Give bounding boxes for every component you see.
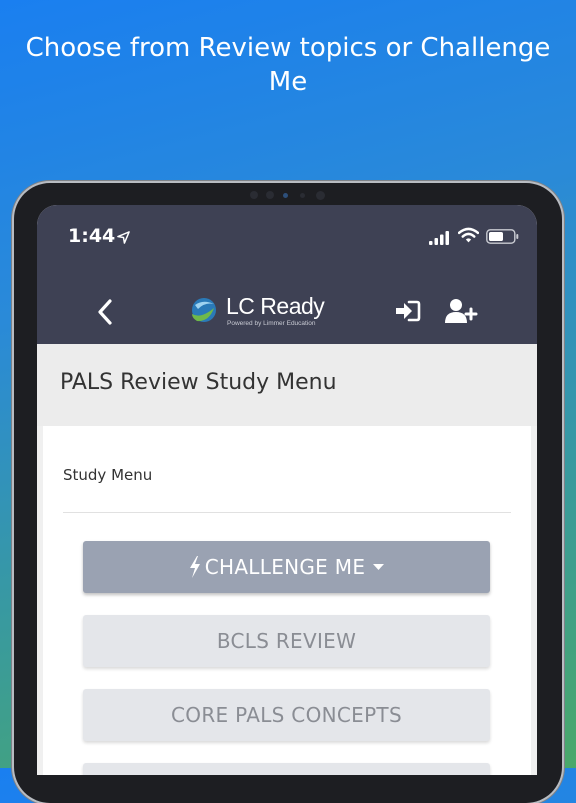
status-time: 1:44 (68, 225, 116, 247)
page-header: PALS Review Study Menu (37, 344, 537, 426)
camera-sensors (250, 191, 330, 200)
promo-headline: Choose from Review topics or Challenge M… (25, 33, 551, 97)
divider (63, 512, 511, 513)
lc-ready-logo: LC Ready Powered by Limmer Education (187, 293, 357, 333)
back-chevron-icon[interactable] (97, 299, 113, 329)
menu-item-button[interactable] (83, 763, 490, 775)
wifi-icon (457, 227, 480, 248)
page-title: PALS Review Study Menu (60, 370, 337, 395)
location-arrow-icon (117, 229, 130, 248)
add-user-icon[interactable] (444, 298, 478, 328)
logo-text: LC Ready (226, 293, 325, 319)
challenge-me-label: CHALLENGE ME (204, 555, 366, 579)
challenge-me-button[interactable]: CHALLENGE ME (83, 541, 490, 593)
signal-icon (429, 230, 451, 249)
logo-mark-icon (187, 295, 219, 329)
core-pals-concepts-button[interactable]: CORE PALS CONCEPTS (83, 689, 490, 741)
card-title: Study Menu (63, 466, 153, 484)
study-menu-card: Study Menu CHALLENGE ME BCLS REVIEW CORE… (43, 426, 531, 775)
sign-in-icon[interactable] (395, 300, 421, 326)
app-screen: 1:44 LC Ready Powered by Limmer Educatio… (37, 205, 537, 775)
battery-icon (486, 229, 519, 248)
navigation-bar: 1:44 LC Ready Powered by Limmer Educatio… (37, 205, 537, 344)
caret-down-icon (373, 563, 385, 571)
logo-subtitle: Powered by Limmer Education (227, 320, 316, 327)
bolt-icon (189, 556, 201, 578)
bcls-review-button[interactable]: BCLS REVIEW (83, 615, 490, 667)
